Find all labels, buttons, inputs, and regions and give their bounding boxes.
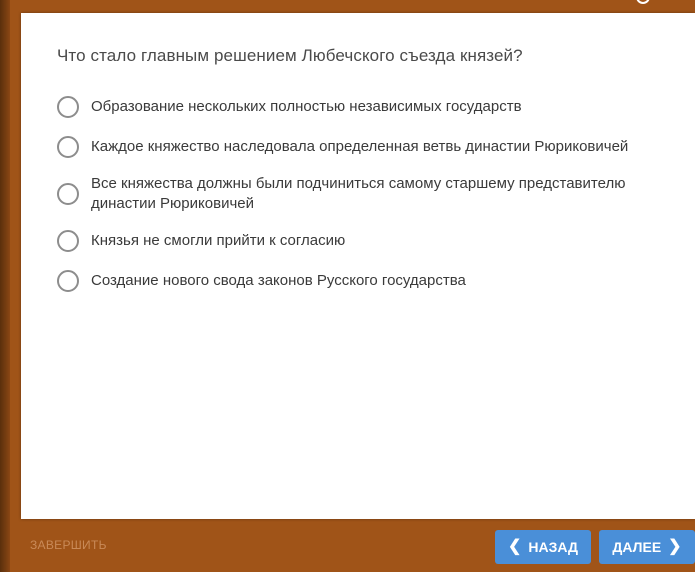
next-button-label: ДАЛЕЕ [612,539,662,555]
answer-option[interactable]: Все княжества должны были подчиниться са… [57,173,677,215]
quiz-card: Что стало главным решением Любечского съ… [21,13,695,519]
radio-button[interactable] [57,136,79,158]
finish-button[interactable]: ЗАВЕРШИТЬ [30,538,107,552]
answer-option[interactable]: Каждое княжество наследовала определенна… [57,135,677,159]
radio-button[interactable] [57,96,79,118]
chevron-right-icon: ❯ [668,538,682,555]
answer-option[interactable]: Создание нового свода законов Русского г… [57,269,677,293]
next-button[interactable]: ДАЛЕЕ ❯ [599,530,695,564]
answer-label: Создание нового свода законов Русского г… [91,272,466,289]
back-button-label: НАЗАД [528,539,578,555]
radio-button[interactable] [57,183,79,205]
question-text: Что стало главным решением Любечского съ… [57,46,523,65]
answer-label: Князья не смогли прийти к согласию [91,232,346,249]
answer-label: Образование нескольких полностью независ… [91,98,522,115]
back-button[interactable]: ❮ НАЗАД [495,530,591,564]
answer-option[interactable]: Образование нескольких полностью независ… [57,95,677,119]
answer-label: Все княжества должны были подчиниться са… [91,175,626,212]
answer-label: Каждое княжество наследовала определенна… [91,138,629,155]
radio-button[interactable] [57,230,79,252]
answer-option[interactable]: Князья не смогли прийти к согласию [57,229,677,253]
answer-options: Образование нескольких полностью независ… [57,95,677,293]
close-icon[interactable] [636,0,650,4]
radio-button[interactable] [57,270,79,292]
frame-shadow [0,0,10,572]
chevron-left-icon: ❮ [507,538,522,555]
